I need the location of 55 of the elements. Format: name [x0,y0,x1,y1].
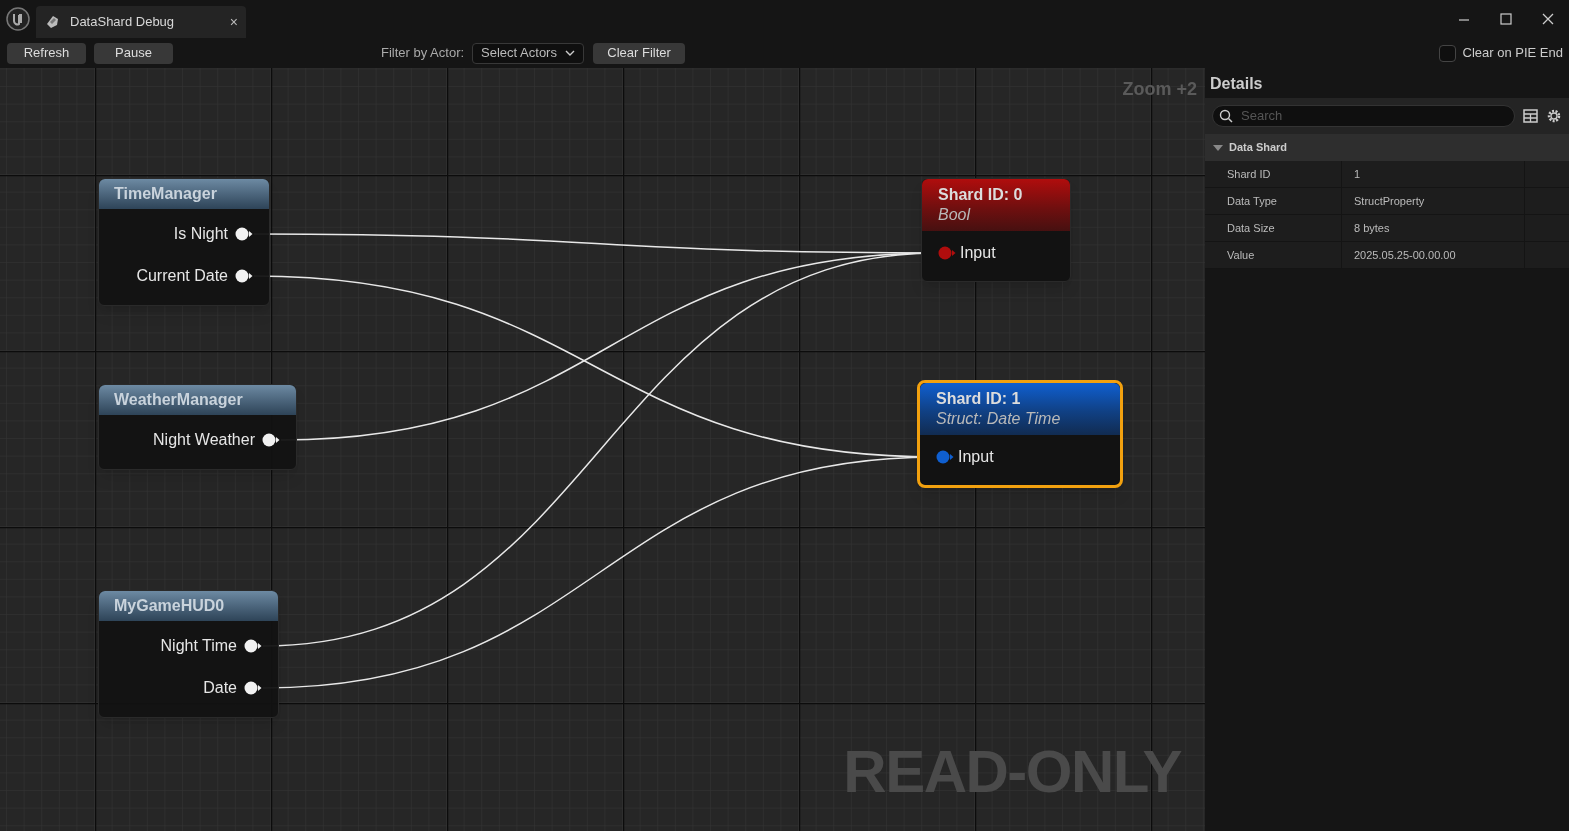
toolbar-button[interactable]: Refresh [7,42,86,64]
pin-label: Night Weather [153,430,255,450]
property-value: 1 [1354,166,1361,182]
node-title: WeatherManager [114,390,243,410]
node-title: Shard ID: 0 [938,185,1024,205]
node-title: MyGameHUD0 [114,596,225,616]
settings-icon[interactable] [1546,108,1562,124]
node-title: TimeManager [114,184,217,204]
pin-label: Is Night [173,224,228,244]
logo-icon[interactable] [6,7,30,31]
clear-filter-button[interactable]: Clear Filter [593,42,686,64]
pin-icon[interactable] [235,269,253,283]
shard-node[interactable]: Shard ID: 1 Struct: Date Time Input [917,380,1123,488]
actor-node[interactable]: WeatherManager Night Weather [98,384,297,470]
actor-dropdown[interactable]: Select Actors [472,42,585,64]
checkbox[interactable] [1438,44,1456,62]
panel-title: Details [1210,74,1264,94]
property-value: 2025.05.25-00.00.00 [1354,247,1456,263]
filter-label: Filter by Actor: [381,44,465,63]
pin-label: Input [960,243,996,263]
section-header[interactable]: Data Shard [1205,134,1569,161]
table-icon[interactable] [1523,109,1538,123]
checkbox-label: Clear on PIE End [1462,44,1563,63]
search-icon [1219,109,1233,123]
actor-node[interactable]: TimeManager Is Night Current Date [98,178,270,306]
pin-icon[interactable] [262,433,280,447]
pin-icon[interactable] [244,681,262,695]
tab[interactable]: DataShard Debug × [36,6,246,38]
pin-label: Night Time [160,636,237,656]
pin-label: Current Date [136,266,228,286]
property-value: 8 bytes [1354,220,1390,236]
read-only-label: READ-ONLY [843,737,1181,807]
maximize-icon[interactable] [1499,12,1513,26]
expand-arrow-icon [1213,143,1223,152]
crystal-icon [44,14,60,30]
property-name: Data Type [1227,193,1277,209]
node-subtitle: Bool [938,205,972,225]
property-name: Shard ID [1227,166,1271,182]
pin-icon[interactable] [244,639,262,653]
pin-icon[interactable] [235,227,253,241]
toolbar-button[interactable]: Pause [94,42,173,64]
close-tab-button[interactable]: × [229,11,238,33]
property-name: Value [1227,247,1255,263]
close-icon[interactable] [1541,12,1555,26]
property-name: Data Size [1227,220,1275,236]
search-field[interactable]: Search [1212,105,1515,127]
pin-label: Date [203,678,237,698]
shard-node[interactable]: Shard ID: 0 Bool Input [921,178,1071,282]
actor-node[interactable]: MyGameHUD0 Night Time Date [98,590,279,718]
tab-title: DataShard Debug [70,13,175,32]
node-subtitle: Struct: Date Time [936,409,1062,429]
pin-label: Input [958,447,994,467]
property-value: StructProperty [1354,193,1425,209]
caret-icon [565,49,576,57]
node-title: Shard ID: 1 [936,389,1022,409]
